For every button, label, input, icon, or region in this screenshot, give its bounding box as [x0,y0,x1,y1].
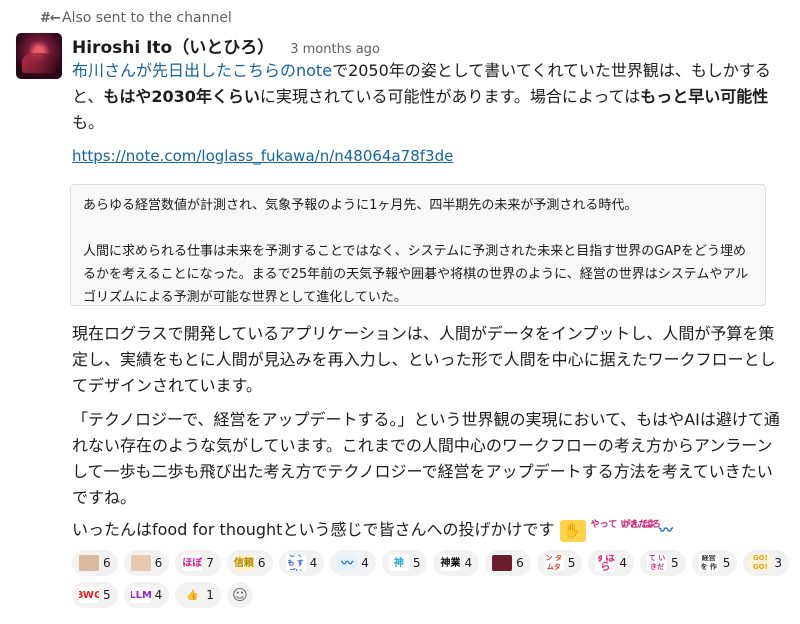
reaction-count: 6 [103,556,111,570]
reaction-count: 5 [103,588,111,602]
yatte-ikidayo-emoji: やって いきだよ [590,519,657,530]
reaction-pill[interactable]: BWG 5 [72,582,118,608]
avatar[interactable] [16,33,62,79]
message-timestamp[interactable]: 3 months ago [290,42,380,57]
reaction-count: 4 [464,556,473,570]
text-emoji-icon: モメン タムタム [543,555,564,571]
reaction-count: 4 [361,556,369,570]
reaction-pill[interactable]: 神業 4 [433,550,480,576]
message-paragraph-3: 「テクノロジーで、経営をアップデートする。」という世界観の実現において、もはやA… [72,410,780,507]
also-sent-label: Also sent to the channel [62,10,232,26]
add-emoji-icon: ☺ [232,586,248,604]
reaction-count: 5 [722,556,731,570]
note-link[interactable]: 布川さんが先日出したこちらのnote [72,61,332,80]
thumbs-up-icon: 👍 [186,589,199,601]
p1-text-c: も。 [72,113,105,132]
quote-line-1: あらゆる経営数値が計測され、気象予報のように1ヶ月先、四半期先の未来が予測される… [83,198,638,213]
face-photo-2-icon [130,555,151,571]
reaction-pill[interactable]: モメン タムタム5 [536,550,583,576]
also-sent-row: #← Also sent to the channel [40,8,232,28]
reaction-pill[interactable]: とても すごい4 [278,550,325,576]
reaction-pill[interactable]: 〰 4 [330,550,376,576]
reaction-count: 6 [516,556,524,570]
message-header: Hiroshi Ito（いとひろ） 3 months ago [72,33,380,58]
reaction-count: 4 [309,556,318,570]
reaction-pill[interactable]: 信頼 6 [226,550,273,576]
message-paragraph-2: 現在ログラスで開発しているアプリケーションは、人間がデータをインプットし、人間が… [72,324,776,395]
hash-arrow-icon: #← [40,10,61,26]
waving-hand-icon: ✋ [559,519,586,542]
text-emoji-icon: 神 [388,555,409,571]
whale-icon: 〰 [658,522,673,539]
reaction-pill[interactable]: ほぼ 7 [175,550,221,576]
note-url-link[interactable]: https://note.com/loglass_fukawa/n/n48064… [72,147,453,165]
quote-line-2: 人間に求められる仕事は未来を予測することではなく、システムに予測された未来と目指… [83,244,749,305]
p1-bold-a: もはや2030年くらい [103,87,260,106]
whale-icon: 〰 [337,555,358,571]
reaction-count: 5 [412,556,421,570]
text-emoji-icon: 信頼 [233,555,254,571]
reaction-pill[interactable]: 担い 経営を 作ろう5 [691,550,738,576]
author-name[interactable]: Hiroshi Ito（いとひろ） [72,33,274,58]
text-emoji-icon: とても すごい [285,555,306,571]
reaction-pill[interactable]: LLM 4 [123,582,170,608]
reaction-count: 7 [206,556,214,570]
text-emoji-icon: GO! GO! [750,555,771,571]
reaction-pill[interactable]: GO! GO! 3 [743,550,789,576]
reaction-pill[interactable]: 6 [72,550,118,576]
reaction-pill[interactable]: 神5 [381,550,428,576]
p4-text: いったんはfood for thoughtという感じで皆さんへの投げかけです [72,520,555,539]
reactions-bar: 66ほぼ7信頼6とても すごい4〰4神5神業46モメン タムタム5すばら4やって… [72,550,792,614]
text-emoji-icon: LLM [130,587,151,603]
message-paragraph-1: 布川さんが先日出したこちらのnoteで2050年の姿として書いてくれていた世界観… [72,58,784,136]
p1-bold-b: もっと早い可能性 [640,87,769,106]
text-emoji-icon: 担い 経営を 作ろう [698,555,719,571]
reaction-pill[interactable]: 6 [123,550,170,576]
ganbaro-emoji: がん ばろ [621,519,661,530]
reaction-pill[interactable]: 👍 1 [175,582,221,608]
reaction-count: 4 [154,588,163,602]
reaction-count: 3 [774,556,782,570]
reaction-pill[interactable]: すばら 4 [588,550,635,576]
text-emoji-icon: BWG [79,587,99,603]
reaction-count: 6 [257,556,266,570]
reaction-pill[interactable]: 6 [485,550,531,576]
p1-text-b: に実現されている可能性があります。場合によっては [259,87,641,106]
reaction-count: 1 [206,588,214,602]
reaction-pill[interactable]: やって いきだよ5 [640,550,686,576]
text-emoji-icon: やって いきだよ [647,555,668,571]
text-emoji-icon: 神業 [440,555,461,571]
add-reaction-button[interactable]: ☺ [226,582,253,608]
text-emoji-icon: ほぼ [182,555,203,571]
face-photo-1-icon [79,555,99,571]
reaction-count: 5 [671,556,679,570]
reaction-count: 6 [154,556,163,570]
quote-block: あらゆる経営数値が計測され、気象予報のように1ヶ月先、四半期先の未来が予測される… [70,184,766,306]
message-paragraph-4: いったんはfood for thoughtという感じで皆さんへの投げかけです ✋… [72,517,784,543]
reaction-count: 5 [567,556,576,570]
avatar-photo-icon [492,555,513,571]
text-emoji-icon: すばら [595,555,616,571]
reaction-count: 4 [619,556,628,570]
